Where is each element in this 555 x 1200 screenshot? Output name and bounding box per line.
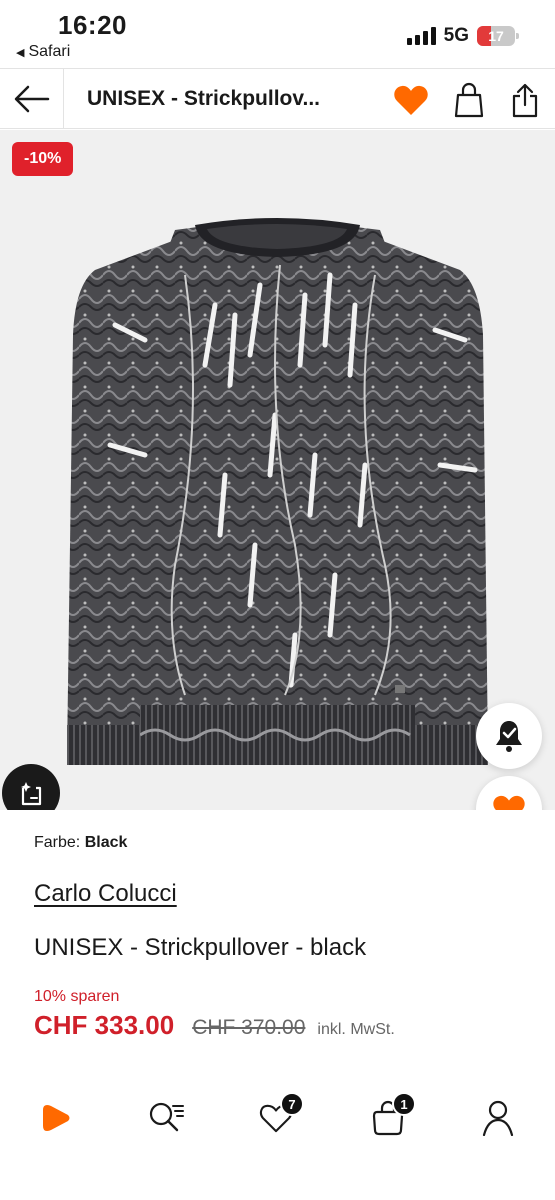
brand-link[interactable]: Carlo Colucci bbox=[34, 880, 177, 908]
bottom-navigation: 7 1 bbox=[0, 1080, 555, 1200]
network-label: 5G bbox=[443, 25, 469, 46]
signal-icon bbox=[406, 27, 436, 45]
profile-icon bbox=[482, 1100, 514, 1136]
bell-icon bbox=[496, 721, 522, 752]
color-value: Black bbox=[84, 834, 128, 851]
share-icon bbox=[512, 83, 538, 118]
price-row: CHF 333.00 CHF 370.00 inkl. MwSt. bbox=[34, 1010, 395, 1041]
product-name: UNISEX - Strickpullover - black bbox=[34, 934, 367, 961]
bag-button[interactable] bbox=[450, 81, 488, 119]
status-time: 16:20 bbox=[58, 10, 127, 40]
discount-badge: -10% bbox=[12, 142, 74, 176]
page-title: UNISEX - Strickpullov... bbox=[87, 87, 320, 110]
nav-search[interactable] bbox=[142, 1096, 190, 1140]
cart-count-badge: 1 bbox=[392, 1092, 416, 1116]
back-app-label: Safari bbox=[28, 43, 71, 60]
original-price: CHF 370.00 bbox=[192, 1016, 306, 1039]
wishlist-toggle-button[interactable] bbox=[392, 81, 430, 119]
share-button[interactable] bbox=[506, 81, 544, 119]
heart-icon bbox=[394, 85, 428, 115]
back-button[interactable] bbox=[0, 69, 64, 129]
current-price: CHF 333.00 bbox=[34, 1010, 175, 1040]
back-arrow-icon bbox=[14, 85, 49, 113]
nav-profile[interactable] bbox=[474, 1096, 522, 1140]
status-indicators: 5G 17 bbox=[406, 25, 519, 47]
battery-icon: 17 bbox=[477, 26, 519, 46]
product-image-gallery[interactable]: -10% bbox=[0, 130, 555, 810]
nav-home[interactable] bbox=[32, 1096, 80, 1140]
vat-note: inkl. MwSt. bbox=[317, 1021, 395, 1038]
floating-wishlist-button[interactable] bbox=[476, 776, 542, 810]
bag-icon bbox=[454, 82, 484, 118]
color-info: Farbe: Black bbox=[34, 834, 127, 852]
back-triangle-icon: ◀ bbox=[16, 46, 25, 59]
nav-wishlist[interactable]: 7 bbox=[252, 1092, 304, 1140]
product-image bbox=[67, 218, 488, 765]
product-header: UNISEX - Strickpullov... bbox=[0, 68, 555, 129]
nav-cart[interactable]: 1 bbox=[364, 1092, 416, 1140]
savings-text: 10% sparen bbox=[34, 988, 120, 1005]
battery-level: 17 bbox=[488, 28, 504, 44]
search-icon bbox=[149, 1102, 184, 1132]
try-on-button[interactable] bbox=[2, 764, 60, 810]
home-play-icon bbox=[43, 1105, 70, 1131]
color-label: Farbe: bbox=[34, 834, 81, 851]
back-to-app-link[interactable]: ◀ Safari bbox=[16, 43, 70, 61]
try-on-icon bbox=[21, 782, 42, 806]
price-alert-button[interactable] bbox=[476, 703, 542, 769]
heart-icon bbox=[493, 795, 525, 810]
status-bar: 16:20 ◀ Safari 5G 17 bbox=[0, 0, 555, 68]
wishlist-count-badge: 7 bbox=[280, 1092, 304, 1116]
